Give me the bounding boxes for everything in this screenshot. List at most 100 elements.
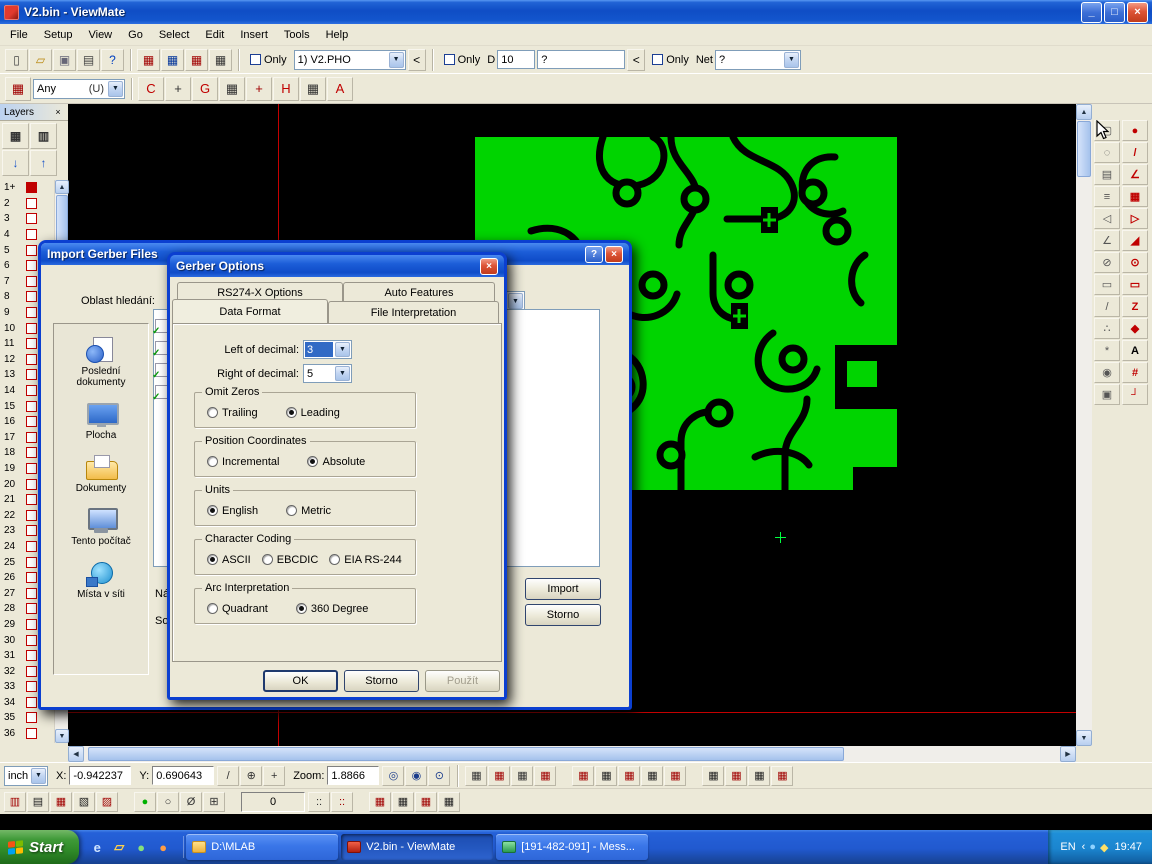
radio-ebcdic[interactable]: EBCDIC — [262, 554, 319, 566]
layer-color-chip[interactable] — [26, 697, 37, 708]
chevron-down-icon[interactable]: ▼ — [335, 366, 350, 381]
context-help-icon[interactable]: ? — [101, 49, 124, 71]
import-button[interactable]: Import — [525, 578, 601, 600]
only-net-checkbox[interactable]: Only — [652, 54, 689, 66]
radio-quadrant[interactable]: Quadrant — [207, 603, 268, 615]
menu-item-go[interactable]: Go — [120, 26, 151, 44]
grid-d-icon[interactable]: ▦ — [534, 766, 556, 786]
layer-combo[interactable]: 1) V2.PHO ▼ — [294, 50, 406, 70]
radio-button[interactable] — [286, 407, 297, 418]
layer-row[interactable]: 3 — [0, 211, 54, 227]
layer-color-chip[interactable] — [26, 588, 37, 599]
gerber-close-button[interactable]: × — [480, 258, 498, 275]
tray-app-icon[interactable]: ● — [1089, 841, 1096, 854]
slash-tool-icon[interactable]: / — [1094, 296, 1120, 317]
radio-metric[interactable]: Metric — [286, 505, 331, 517]
save-icon[interactable]: ▣ — [53, 49, 76, 71]
layer-color-chip[interactable] — [26, 681, 37, 692]
checkbox-icon[interactable] — [250, 54, 261, 65]
star-tool-icon[interactable]: * — [1094, 340, 1120, 361]
layer-color-chip[interactable] — [26, 619, 37, 630]
center-origin-icon[interactable]: ⊕ — [240, 766, 262, 786]
snap-grid-icon[interactable]: + — [263, 766, 285, 786]
layer-color-chip[interactable] — [26, 354, 37, 365]
layer-pattern-c-icon[interactable]: ▦ — [50, 792, 72, 812]
layer-color-chip[interactable] — [26, 432, 37, 443]
layer-color-chip[interactable] — [26, 307, 37, 318]
layer-color-chip[interactable] — [26, 198, 37, 209]
radio-button[interactable] — [207, 603, 218, 614]
tab-auto-features[interactable]: Auto Features — [343, 282, 495, 302]
layer-row[interactable]: 35 — [0, 710, 54, 726]
triangle-tool-icon[interactable]: ◢ — [1122, 230, 1148, 251]
annotate-icon[interactable]: A — [327, 77, 353, 101]
highlight-icon[interactable]: + — [246, 77, 272, 101]
layer-color-chip[interactable] — [26, 369, 37, 380]
pattern-6-icon[interactable]: ▦ — [702, 766, 724, 786]
gerber-dialog-titlebar[interactable]: Gerber Options × — [170, 255, 504, 277]
layer-color-chip[interactable] — [26, 260, 37, 271]
vertical-scrollbar[interactable]: ▲ ▼ — [1076, 104, 1092, 746]
zoom-point-icon[interactable]: ⊙ — [428, 766, 450, 786]
minimize-button[interactable]: _ — [1081, 2, 1102, 23]
scroll-right-icon[interactable]: ▶ — [1060, 746, 1076, 762]
radio-button[interactable] — [207, 456, 218, 467]
angle-tool-icon[interactable]: ∠ — [1122, 164, 1148, 185]
rect-ref-tool-icon[interactable]: ▭ — [1094, 274, 1120, 295]
layer-table-icon[interactable]: ▦ — [2, 123, 29, 149]
layer-color-chip[interactable] — [26, 229, 37, 240]
grid-toggle-icon[interactable]: ▦ — [5, 77, 31, 101]
import-cancel-button[interactable]: Storno — [525, 604, 601, 626]
task-button-v2-bin-viewmate[interactable]: V2.bin - ViewMate — [341, 834, 493, 860]
fill-tool-icon[interactable]: ▦ — [1122, 186, 1148, 207]
prev-layer-button[interactable]: < — [408, 49, 426, 71]
layer-color-chip[interactable] — [26, 712, 37, 723]
menu-item-tools[interactable]: Tools — [276, 26, 318, 44]
menu-item-file[interactable]: File — [2, 26, 36, 44]
scroll-up-icon[interactable]: ▲ — [1076, 104, 1092, 120]
grid-b-icon[interactable]: ▦ — [488, 766, 510, 786]
zoom-field[interactable]: 1.8866 — [327, 766, 379, 785]
prev-dcode-button[interactable]: < — [627, 49, 645, 71]
apply-button[interactable]: Použít — [425, 670, 500, 692]
radio-button[interactable] — [207, 505, 218, 516]
grid-c-icon[interactable]: ▦ — [511, 766, 533, 786]
unit-combo[interactable]: inch ▼ — [4, 766, 48, 786]
zigzag-tool-icon[interactable]: Z — [1122, 296, 1148, 317]
arrow-tool-icon[interactable]: ▷ — [1122, 208, 1148, 229]
radio-button[interactable] — [207, 407, 218, 418]
y-coordinate-field[interactable]: 0.690643 — [152, 766, 214, 785]
pattern2-1-icon[interactable]: ▦ — [369, 792, 391, 812]
ok-button[interactable]: OK — [263, 670, 338, 692]
layer-pattern-b-icon[interactable]: ▤ — [27, 792, 49, 812]
pattern2-2-icon[interactable]: ▦ — [392, 792, 414, 812]
import-close-button[interactable]: × — [605, 246, 623, 263]
language-indicator[interactable]: EN — [1060, 841, 1075, 853]
menu-item-edit[interactable]: Edit — [197, 26, 232, 44]
media-player-icon[interactable]: ● — [132, 838, 150, 856]
null-tool-icon[interactable]: ⊘ — [1094, 252, 1120, 273]
layer-color-chip[interactable] — [26, 447, 37, 458]
help-button[interactable]: ? — [585, 246, 603, 263]
net-combo[interactable]: ? ▼ — [715, 50, 801, 70]
maximize-button[interactable]: □ — [1104, 2, 1125, 23]
grid-a-icon[interactable]: ▦ — [465, 766, 487, 786]
layer-table-icon[interactable]: ▦ — [185, 49, 208, 71]
task-button-191-482-091-mess[interactable]: [191-482-091] - Mess... — [496, 834, 648, 860]
gerber-cancel-button[interactable]: Storno — [344, 670, 419, 692]
layer-color-chip[interactable] — [26, 635, 37, 646]
radio-leading[interactable]: Leading — [286, 407, 340, 419]
aperture-table-icon[interactable]: ▦ — [161, 49, 184, 71]
radio-button[interactable] — [286, 505, 297, 516]
dots-tool-icon[interactable]: ∴ — [1094, 318, 1120, 339]
lines-tool-icon[interactable]: ≡ — [1094, 186, 1120, 207]
only-dcode-checkbox[interactable]: Only — [444, 54, 481, 66]
radio-button[interactable] — [296, 603, 307, 614]
layer-row[interactable]: 36 — [0, 726, 54, 742]
layer-color-chip[interactable] — [26, 416, 37, 427]
radio-button[interactable] — [307, 456, 318, 467]
circle-draw-icon[interactable]: C — [138, 77, 164, 101]
radio-english[interactable]: English — [207, 505, 258, 517]
hatch-tool-icon[interactable]: # — [1122, 362, 1148, 383]
chevron-down-icon[interactable]: ▼ — [508, 293, 523, 309]
